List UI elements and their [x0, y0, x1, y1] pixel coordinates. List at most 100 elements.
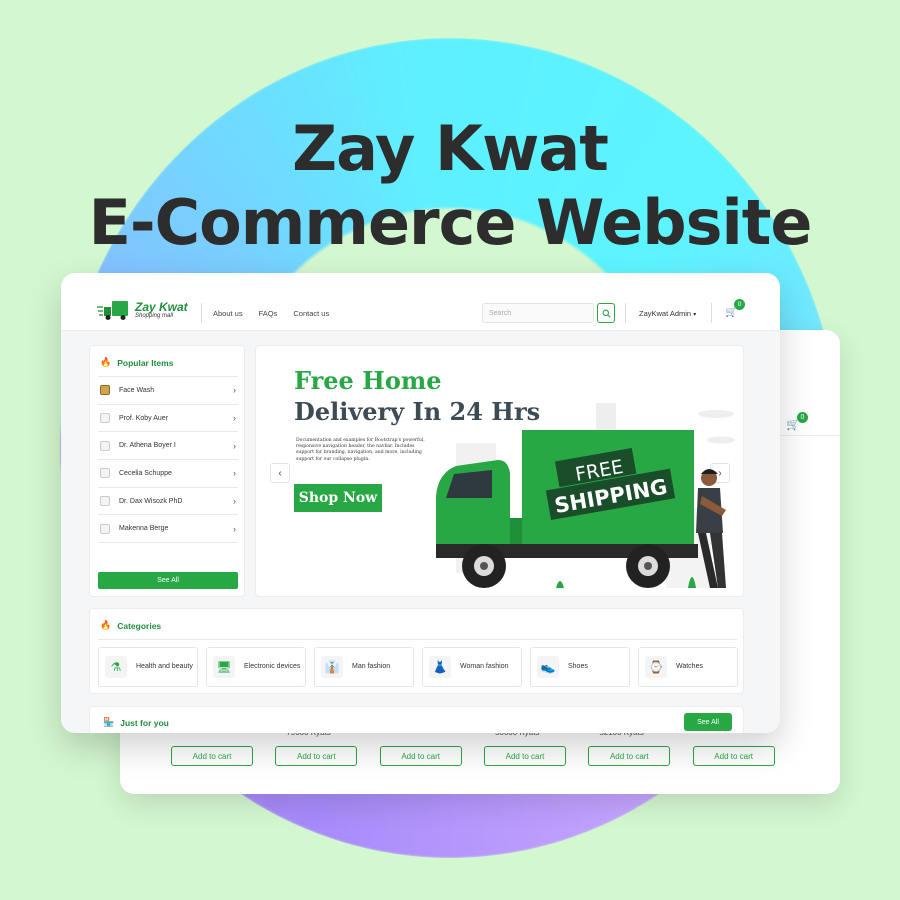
- just-for-you-title: Just for you: [120, 717, 169, 728]
- product-card: 58600 Kyats Add to cart: [477, 728, 581, 780]
- list-item[interactable]: Face Wash ›: [98, 376, 238, 404]
- category-label: Health and beauty: [136, 662, 193, 670]
- chevron-right-icon: ›: [233, 440, 236, 451]
- carousel-prev-button[interactable]: ‹: [270, 463, 290, 483]
- list-item-label: Makenna Berge: [119, 525, 169, 533]
- list-item-label: Dr. Athena Boyer I: [119, 442, 176, 450]
- category-electronic-devices[interactable]: 🖥 Electronic devices: [206, 647, 306, 687]
- delivery-truck-illustration: FREE SHIPPING: [436, 403, 735, 588]
- product-card: Add to cart: [164, 728, 268, 780]
- categories-card: 🔥 Categories ⚗ Health and beauty 🖥 Elect…: [89, 608, 744, 694]
- category-woman-fashion[interactable]: 👗 Woman fashion: [422, 647, 522, 687]
- add-to-cart-button[interactable]: Add to cart: [483, 746, 566, 766]
- popular-see-all-button[interactable]: See All: [98, 572, 238, 589]
- category-label: Shoes: [568, 662, 588, 670]
- category-label: Watches: [676, 662, 703, 670]
- categories-heading: 🔥 Categories: [100, 620, 161, 631]
- add-to-cart-button[interactable]: Add to cart: [588, 746, 671, 766]
- watch-icon: ⌚: [645, 656, 667, 678]
- product-thumbnail-icon: [100, 385, 110, 396]
- chevron-right-icon: ›: [233, 523, 236, 534]
- chevron-right-icon: ›: [233, 385, 236, 396]
- divider: [98, 639, 737, 640]
- product-card: Add to cart: [373, 728, 477, 780]
- chevron-left-icon: ‹: [278, 467, 282, 479]
- nav-link-contact[interactable]: Contact us: [293, 309, 329, 318]
- hero-banner: Free Home Delivery In 24 Hrs Documentati…: [255, 345, 744, 597]
- shop-now-button[interactable]: Shop Now: [294, 484, 382, 512]
- product-thumbnail-icon: [100, 440, 110, 451]
- logo-title: Zay Kwat: [135, 300, 188, 314]
- list-item[interactable]: Prof. Koby Auer ›: [98, 403, 238, 432]
- fire-icon: 🔥: [100, 620, 112, 630]
- product-card: 52100 Kyats Add to cart: [581, 728, 685, 780]
- product-card: Add to cart: [686, 728, 790, 780]
- chevron-right-icon: ›: [233, 413, 236, 424]
- headline-title: Zay Kwat: [292, 112, 609, 185]
- list-item[interactable]: Dr. Athena Boyer I ›: [98, 431, 238, 459]
- add-to-cart-button[interactable]: Add to cart: [379, 746, 462, 766]
- headline-subtitle: E-Commerce Website: [88, 186, 813, 259]
- just-for-you-see-all-button[interactable]: See All: [684, 713, 732, 731]
- nav-link-faqs[interactable]: FAQs: [259, 309, 278, 318]
- fire-icon: 🔥: [100, 357, 112, 367]
- health-beauty-icon: ⚗: [105, 656, 127, 678]
- search-button[interactable]: [597, 303, 615, 323]
- nav-divider: [625, 303, 626, 323]
- nav-link-about[interactable]: About us: [213, 309, 243, 318]
- nav-links: About us FAQs Contact us: [213, 309, 329, 318]
- add-to-cart-button[interactable]: Add to cart: [171, 746, 253, 766]
- chevron-right-icon: ›: [233, 496, 236, 507]
- product-thumbnail-icon: [100, 413, 110, 424]
- chevron-down-icon: ▾: [693, 312, 697, 318]
- cart-badge: 0: [734, 299, 745, 310]
- product-thumbnail-icon: [100, 523, 110, 534]
- add-to-cart-button[interactable]: Add to cart: [692, 746, 775, 766]
- banner-headline-1: Free Home: [294, 366, 442, 395]
- search-icon: [602, 309, 611, 318]
- banner-description: Documentation and examples for Bootstrap…: [296, 438, 425, 462]
- product-row: Add to cart 79300 Kyats Add to cart Add …: [164, 728, 790, 780]
- list-item[interactable]: Makenna Berge ›: [98, 514, 238, 542]
- shoes-icon: 👟: [537, 656, 559, 678]
- popular-items-list: Face Wash › Prof. Koby Auer › Dr. Athena…: [98, 376, 238, 542]
- man-fashion-icon: 👔: [321, 656, 343, 678]
- list-item-label: Prof. Koby Auer: [119, 414, 169, 422]
- category-label: Man fashion: [352, 662, 391, 670]
- category-label: Woman fashion: [460, 662, 509, 670]
- woman-fashion-icon: 👗: [429, 656, 451, 678]
- store-icon: 🏪: [103, 717, 115, 727]
- list-item-label: Cecelia Schuppe: [119, 469, 172, 477]
- category-shoes[interactable]: 👟 Shoes: [530, 647, 630, 687]
- electronic-devices-icon: 🖥: [213, 656, 235, 678]
- categories-title: Categories: [117, 620, 162, 631]
- admin-dropdown[interactable]: ZayKwat Admin ▾: [639, 309, 696, 318]
- truck-logo-icon: [97, 301, 128, 320]
- just-for-you-card: 🏪 Just for you See All: [89, 706, 744, 733]
- list-item-label: Dr. Dax Wisozk PhD: [119, 497, 183, 505]
- add-to-cart-button[interactable]: Add to cart: [275, 746, 358, 766]
- popular-items-title: Popular Items: [117, 357, 174, 368]
- site-logo[interactable]: Zay Kwat Shopping mall: [97, 299, 188, 321]
- nav-divider: [201, 303, 202, 323]
- list-item[interactable]: Cecelia Schuppe ›: [98, 459, 238, 487]
- product-thumbnail-icon: [100, 468, 110, 479]
- admin-label: ZayKwat Admin: [639, 309, 692, 318]
- nav-divider: [711, 303, 712, 323]
- product-thumbnail-icon: [100, 496, 110, 507]
- list-item[interactable]: Dr. Dax Wisozk PhD ›: [98, 486, 238, 515]
- list-item-label: Face Wash: [119, 386, 155, 394]
- divider: [98, 542, 238, 543]
- category-label: Electronic devices: [244, 662, 301, 670]
- product-card: 79300 Kyats Add to cart: [268, 728, 372, 780]
- popular-items-card: 🔥 Popular Items Face Wash › Prof. Koby A…: [89, 345, 245, 597]
- category-health-beauty[interactable]: ⚗ Health and beauty: [98, 647, 198, 687]
- main-screen-mockup: Zay Kwat Shopping mall About us FAQs Con…: [61, 273, 780, 733]
- category-watches[interactable]: ⌚ Watches: [638, 647, 738, 687]
- just-for-you-heading: 🏪 Just for you: [103, 717, 169, 728]
- categories-list: ⚗ Health and beauty 🖥 Electronic devices…: [98, 647, 738, 687]
- category-man-fashion[interactable]: 👔 Man fashion: [314, 647, 414, 687]
- back-cart-badge: 0: [797, 412, 808, 423]
- chevron-right-icon: ›: [233, 468, 236, 479]
- search-input[interactable]: Search: [482, 303, 594, 323]
